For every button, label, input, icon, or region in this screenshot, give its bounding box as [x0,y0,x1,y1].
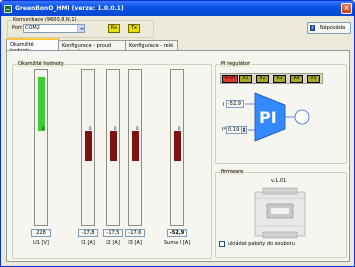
port-value: COM2 [25,25,40,31]
gauge-label: U1 [V] [33,240,49,246]
gauge-track: 0 [34,69,48,226]
device-display-screen [271,208,289,214]
relay-output-4: R4 [290,75,303,83]
gauge-zero-tick: 0 [114,126,117,131]
gauge-bar [110,131,117,161]
pi-group-title: PI regulátor [220,61,251,67]
pi-diagram: PI [245,92,310,142]
comm-group-title: Komunikace (9600,8,N,1) [12,17,78,23]
relay-output-0: R-off [222,75,238,83]
relay-output-5: R5 [307,75,320,83]
title-bar: GreenBonO_HMI (verze: 1.0.0.1) × [1,1,354,16]
window-title: GreenBonO_HMI (verze: 1.0.0.1) [15,5,124,12]
device-image [254,187,306,239]
gauge-track: 0 [106,69,120,226]
app-window: GreenBonO_HMI (verze: 1.0.0.1) × Komunik… [0,0,355,267]
gauge-value: -17,8 [78,229,98,237]
gauge-value: -17,5 [103,229,123,237]
device-terminals-bottom [262,231,298,239]
device-terminals-top [262,187,298,195]
gauge-label: Suma I [A] [163,240,191,246]
gauge-bar [174,131,181,161]
output-node-icon [294,109,310,125]
close-button[interactable]: × [341,3,352,14]
gauge-bar [85,131,92,161]
relay-output-1: R1 [239,75,252,83]
gauge-track: 0 [128,69,142,226]
firmware-group-title: firmware [220,169,245,175]
gauge-value: 228 [31,229,51,237]
help-label: Nápověda [319,25,346,31]
port-label: Port [12,25,22,31]
gauge-label: I3 [A] [128,240,142,246]
chevron-down-icon[interactable] [77,25,84,32]
relay-output-2: R2 [256,75,269,83]
help-icon: ? [310,25,315,31]
gauge-zero-tick: 0 [42,126,45,131]
relay-output-3: R3 [273,75,286,83]
help-button[interactable]: ? Nápověda [307,22,351,34]
gauge-zero-tick: 0 [89,126,92,131]
gauge-bar [132,131,139,161]
tab-panel: Okamžité hodnoty 0 228 U1 [V] 0 -17,8 I1 [A] 0… [6,50,350,262]
gauge-zero-tick: 0 [136,126,139,131]
gauge-value: -17,6 [125,229,145,237]
rx-indicator: Rx [108,24,120,33]
pi-block-label: PI [259,108,277,127]
tab-konfigurace-rele[interactable]: Konfigurace - relé [125,40,178,50]
tx-indicator: Tx [128,24,140,33]
tab-konfigurace-proud[interactable]: Konfigurace - proud snímače [58,40,126,55]
values-group-title: Okamžité hodnoty [17,61,65,67]
gauge-bar [38,77,45,131]
app-icon [4,4,12,13]
firmware-version: v.1.01 [271,178,287,184]
save-packets-checkbox[interactable] [219,241,225,247]
save-packets-label: ukládat pakety do souboru [228,241,295,247]
port-select[interactable]: COM2 [23,24,85,33]
gauge-track: 0 [81,69,95,226]
gauge-zero-tick: 0 [178,126,181,131]
gauge-value: -52,9 [167,229,187,237]
gauge-track: 0 [170,69,184,226]
